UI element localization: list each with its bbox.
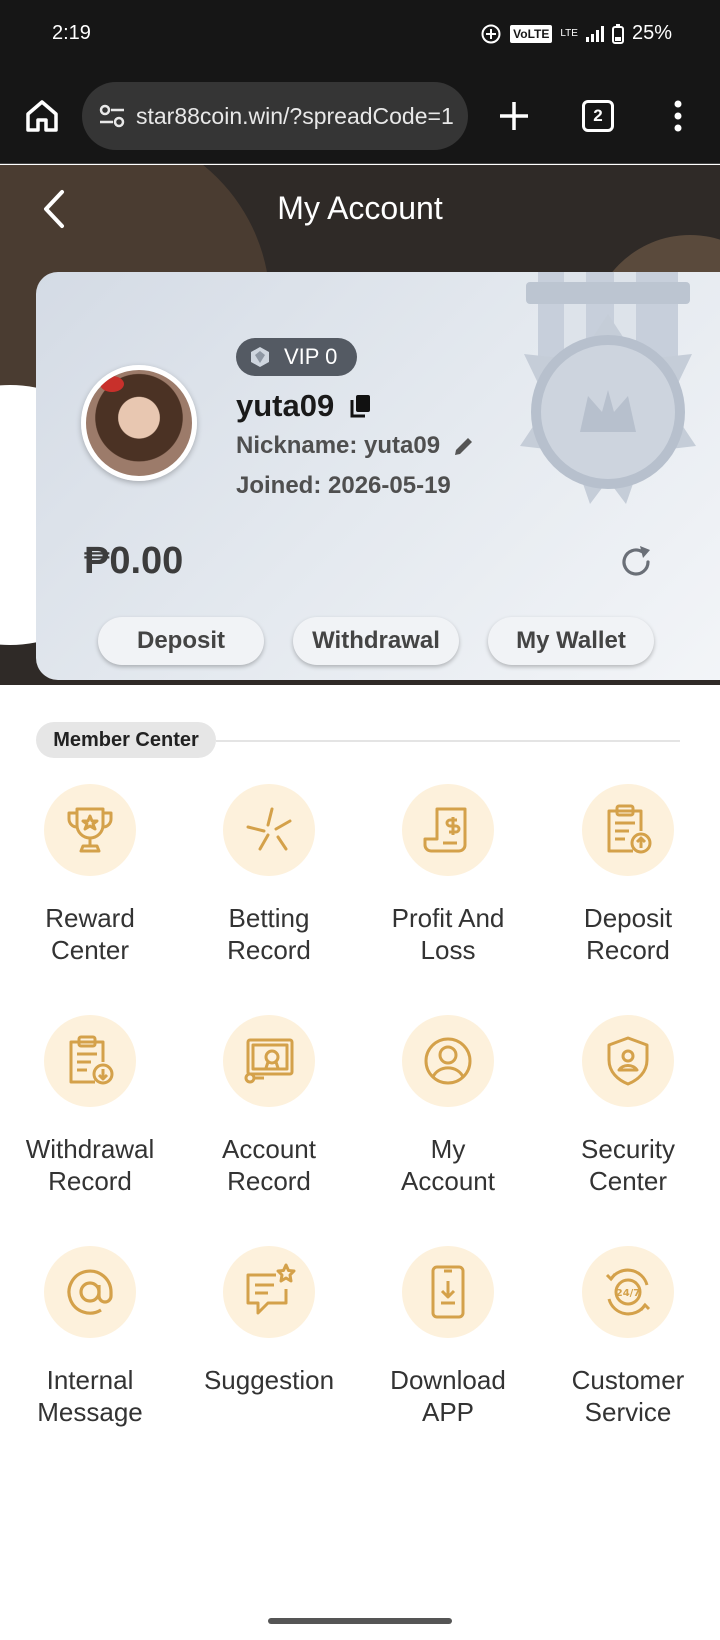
menu-label-line2: Record xyxy=(586,935,670,965)
trophy-icon xyxy=(67,807,113,853)
vip-level: VIP 0 xyxy=(284,344,338,369)
menu-item-account-record[interactable]: Account Record xyxy=(179,1015,359,1197)
home-indicator[interactable] xyxy=(268,1618,452,1624)
menu-label-line2: Center xyxy=(588,1166,668,1196)
menu-label-line1: Security xyxy=(581,1134,675,1164)
menu-label-line1: Betting xyxy=(228,903,310,933)
section-title: Member Center xyxy=(36,722,216,758)
silver-medal-icon xyxy=(520,272,696,504)
nickname-row: Nickname: yuta09 xyxy=(236,432,476,460)
username: yuta09 xyxy=(236,388,335,423)
withdrawal-button[interactable]: Withdrawal xyxy=(293,617,459,665)
deposit-button[interactable]: Deposit xyxy=(98,617,264,665)
menu-item-my-account[interactable]: My Account xyxy=(358,1015,538,1197)
copy-icon[interactable] xyxy=(348,393,372,419)
signal-icon xyxy=(585,25,604,42)
tab-switcher-button[interactable]: 2 xyxy=(582,100,614,132)
browser-toolbar: star88coin.win/?spreadCode=1 2 xyxy=(0,72,720,164)
receipt-dollar-icon xyxy=(423,807,467,853)
at-sign-icon xyxy=(67,1269,113,1315)
refresh-icon[interactable] xyxy=(618,544,654,580)
home-icon[interactable] xyxy=(22,96,62,136)
clipboard-upload-icon xyxy=(607,804,652,854)
sparkle-icon xyxy=(246,807,292,851)
sync-icon xyxy=(481,24,501,43)
more-menu-icon[interactable] xyxy=(666,96,690,136)
edit-pencil-icon[interactable] xyxy=(452,434,476,458)
menu-item-withdrawal-record[interactable]: Withdrawal Record xyxy=(0,1015,180,1197)
menu-label-line2: APP xyxy=(421,1397,475,1427)
menu-label-line1: Internal xyxy=(46,1365,134,1395)
clipboard-download-icon xyxy=(69,1035,114,1085)
section-divider xyxy=(216,740,680,742)
vip-badge: VIP 0 xyxy=(236,338,358,376)
shield-user-icon xyxy=(607,1036,649,1086)
menu-item-customer-service[interactable]: 24/7 Customer Service xyxy=(538,1246,718,1428)
menu-label-line1: Suggestion xyxy=(203,1365,335,1395)
username-row: yuta09 xyxy=(236,388,372,424)
menu-item-betting-record[interactable]: Betting Record xyxy=(179,784,359,966)
user-circle-icon xyxy=(424,1037,472,1085)
phone-download-icon xyxy=(431,1265,465,1319)
menu-label-line2: Center xyxy=(50,935,130,965)
volte-badge: VoLTE xyxy=(510,24,553,43)
menu-item-deposit-record[interactable]: Deposit Record xyxy=(538,784,718,966)
menu-label-line1: My xyxy=(430,1134,466,1164)
menu-label-line1: Reward xyxy=(45,903,135,933)
chat-star-icon xyxy=(246,1263,296,1315)
menu-label-line1: Withdrawal xyxy=(25,1134,155,1164)
menu-item-internal-message[interactable]: Internal Message xyxy=(0,1246,180,1428)
status-bar: 2:19 VoLTE LTE 25% xyxy=(0,0,720,72)
menu-label-line2: Account xyxy=(401,1166,495,1196)
support-24-7-icon: 24/7 xyxy=(605,1268,651,1316)
address-bar[interactable]: star88coin.win/?spreadCode=1 xyxy=(82,82,468,150)
menu-item-security-center[interactable]: Security Center xyxy=(538,1015,718,1197)
menu-label-line2: Record xyxy=(227,935,311,965)
site-settings-icon[interactable] xyxy=(98,104,126,128)
menu-item-profit-and-loss[interactable]: Profit And Loss xyxy=(358,784,538,966)
battery-icon xyxy=(611,23,624,44)
join-date: Joined: 2026-05-19 xyxy=(236,472,451,499)
menu-item-reward-center[interactable]: Reward Center xyxy=(0,784,180,966)
lte-label: LTE xyxy=(560,28,578,39)
balance-amount: ₱0.00 xyxy=(84,540,184,582)
menu-label-line1: Deposit xyxy=(583,903,673,933)
battery-percent: 25% xyxy=(631,22,672,44)
menu-item-download-app[interactable]: Download APP xyxy=(358,1246,538,1428)
menu-label-line1: Download xyxy=(390,1365,506,1395)
avatar[interactable] xyxy=(81,365,197,481)
status-time: 2:19 xyxy=(52,22,91,44)
my-wallet-button[interactable]: My Wallet xyxy=(488,617,654,665)
menu-item-suggestion[interactable]: Suggestion xyxy=(179,1246,359,1396)
nickname: Nickname: yuta09 xyxy=(236,432,441,459)
svg-text:24/7: 24/7 xyxy=(616,1288,641,1299)
url-text: star88coin.win/?spreadCode=1 xyxy=(136,102,454,129)
menu-label-line1: Account xyxy=(222,1134,316,1164)
profile-card: VIP 0 yuta09 Nickname: yuta09 Joined: 20… xyxy=(36,272,720,680)
status-icons: VoLTE LTE 25% xyxy=(480,22,672,45)
menu-label-line2: Record xyxy=(227,1166,311,1196)
certificate-icon xyxy=(244,1038,294,1084)
menu-label-line1: Profit And xyxy=(391,903,505,933)
page-title: My Account xyxy=(277,190,443,226)
diamond-icon xyxy=(251,347,269,367)
menu-label-line1: Customer xyxy=(571,1365,685,1395)
menu-label-line2: Message xyxy=(37,1397,143,1427)
menu-label-line2: Record xyxy=(48,1166,132,1196)
menu-label-line2: Loss xyxy=(420,935,476,965)
menu-label-line2: Service xyxy=(584,1397,672,1427)
new-tab-icon[interactable] xyxy=(494,96,534,136)
